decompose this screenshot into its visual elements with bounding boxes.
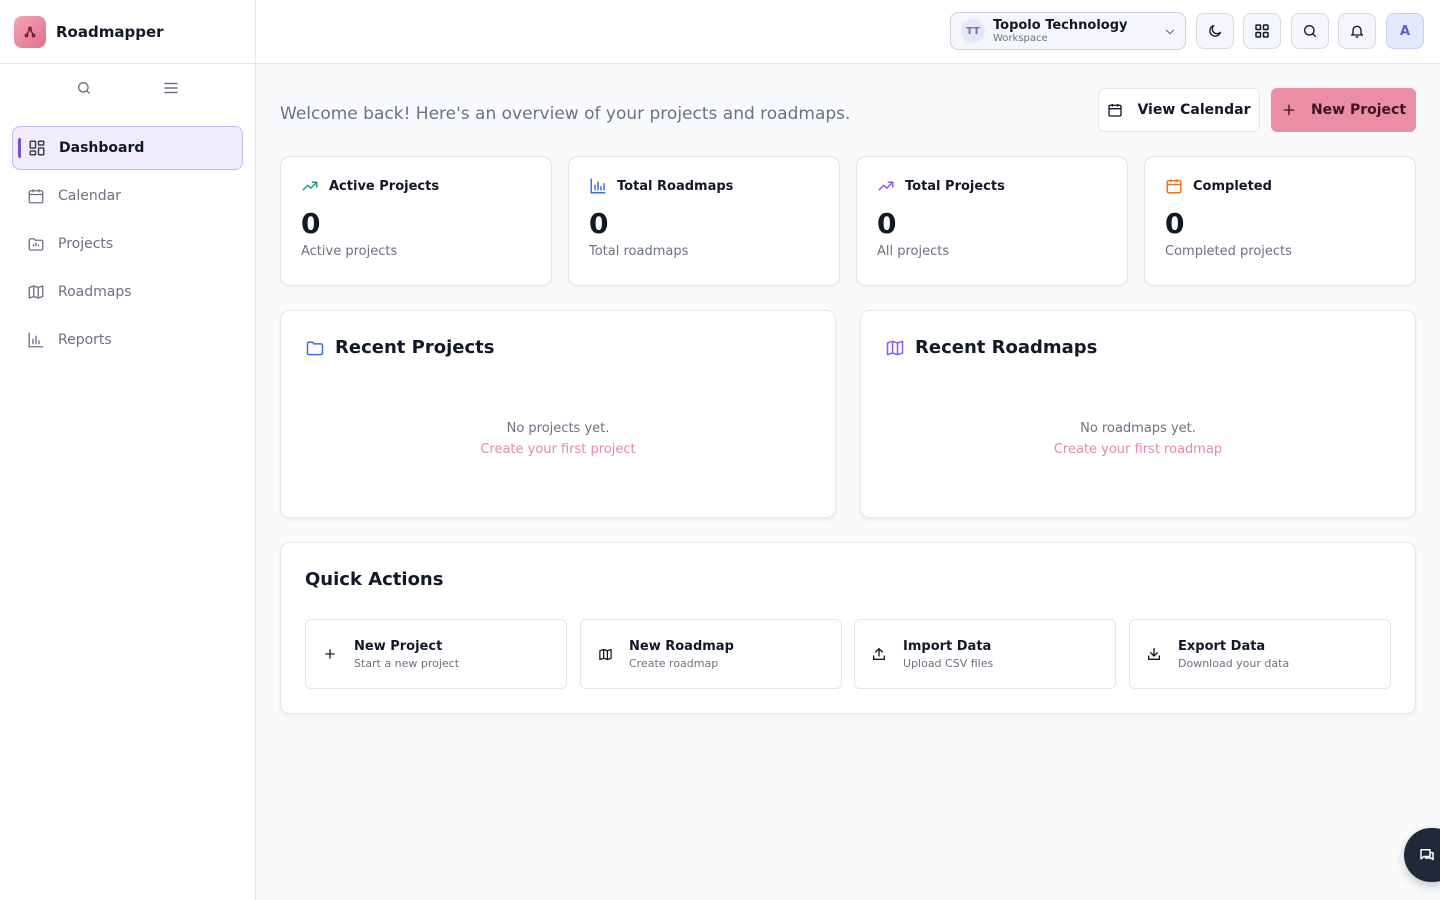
calendar-icon	[26, 186, 46, 206]
sidebar-item-dashboard[interactable]: Dashboard	[12, 126, 243, 170]
search-icon	[77, 82, 90, 94]
view-calendar-label: View Calendar	[1137, 102, 1251, 118]
stat-sub: All projects	[877, 244, 950, 259]
sidebar-menu-button[interactable]	[155, 72, 187, 104]
recent-roadmaps-panel: Recent Roadmaps No roadmaps yet. Create …	[860, 310, 1416, 518]
empty-message: No projects yet.	[506, 421, 610, 436]
folder-icon	[26, 234, 46, 254]
panel-title: Recent Projects	[335, 337, 495, 358]
stat-card-completed: Completed 0 Completed projects	[1144, 156, 1416, 286]
folder-icon	[306, 340, 324, 355]
map-icon	[26, 282, 46, 302]
quick-action-new-roadmap[interactable]: New Roadmap Create roadmap	[580, 619, 842, 689]
user-avatar-button[interactable]: A	[1386, 13, 1424, 49]
stat-value: 0	[877, 207, 897, 240]
search-icon	[1304, 25, 1316, 37]
workspace-sub: Workspace	[993, 32, 1048, 44]
brand: Roadmapper	[0, 0, 255, 64]
map-icon	[886, 340, 904, 355]
calendar-icon	[1108, 104, 1123, 117]
chevron-down-icon	[1163, 24, 1177, 43]
chat-button[interactable]	[1404, 828, 1440, 882]
create-first-roadmap-link[interactable]: Create your first roadmap	[861, 442, 1415, 457]
workspace-text: Topolo Technology Workspace	[993, 18, 1128, 45]
brand-name: Roadmapper	[56, 22, 164, 41]
map-icon	[597, 646, 613, 662]
quick-action-label: Export Data	[1178, 638, 1266, 654]
quick-action-sub: Download your data	[1178, 656, 1290, 670]
workspace-name: Topolo Technology	[993, 17, 1128, 33]
quick-action-sub: Upload CSV files	[903, 656, 994, 670]
dashboard-icon	[27, 138, 47, 158]
top-header: TT Topolo Technology Workspace A	[256, 0, 1440, 64]
trending-up-icon	[302, 181, 318, 191]
stat-card-active-projects: Active Projects 0 Active projects	[280, 156, 552, 286]
plus-icon	[1283, 104, 1295, 116]
workspace-avatar: TT	[961, 19, 985, 43]
recent-projects-panel: Recent Projects No projects yet. Create …	[280, 310, 836, 518]
empty-message: No roadmaps yet.	[1080, 421, 1196, 436]
notifications-button[interactable]	[1338, 13, 1376, 49]
download-icon	[1146, 646, 1162, 662]
sidebar-item-label: Roadmaps	[58, 284, 132, 300]
menu-icon	[164, 82, 178, 94]
chat-icon	[1420, 849, 1434, 861]
bar-chart-icon	[26, 330, 46, 350]
sidebar-nav: Dashboard Calendar Projects Roadmaps Rep…	[0, 112, 255, 380]
sidebar-item-roadmaps[interactable]: Roadmaps	[12, 270, 243, 314]
grid-icon	[1255, 24, 1269, 38]
apps-button[interactable]	[1243, 13, 1281, 49]
new-project-button[interactable]: New Project	[1271, 88, 1416, 132]
sidebar-item-calendar[interactable]: Calendar	[12, 174, 243, 218]
quick-action-sub: Create roadmap	[629, 656, 719, 670]
header-search-button[interactable]	[1291, 13, 1329, 49]
sidebar-tools	[0, 64, 255, 112]
stat-title: Completed	[1193, 178, 1272, 194]
quick-action-label: New Project	[354, 638, 443, 654]
stat-title: Active Projects	[329, 178, 440, 194]
new-project-label: New Project	[1310, 102, 1407, 118]
stat-card-total-roadmaps: Total Roadmaps 0 Total roadmaps	[568, 156, 840, 286]
stat-value: 0	[1165, 207, 1185, 240]
quick-action-new-project[interactable]: New Project Start a new project	[305, 619, 567, 689]
welcome-text: Welcome back! Here's an overview of your…	[280, 104, 851, 124]
quick-action-label: Import Data	[903, 638, 992, 654]
sidebar-item-label: Reports	[58, 332, 112, 348]
bell-icon	[1351, 25, 1363, 38]
sidebar-item-reports[interactable]: Reports	[12, 318, 243, 362]
stat-title: Total Projects	[905, 178, 1005, 194]
quick-action-label: New Roadmap	[629, 638, 734, 654]
view-calendar-button[interactable]: View Calendar	[1098, 88, 1260, 132]
stat-title: Total Roadmaps	[617, 178, 734, 194]
stat-value: 0	[589, 207, 609, 240]
quick-actions-panel: Quick Actions New Project Start a new pr…	[280, 542, 1416, 714]
sidebar-item-label: Projects	[58, 236, 114, 252]
quick-action-sub: Start a new project	[354, 656, 460, 670]
panel-title: Recent Roadmaps	[915, 337, 1098, 358]
quick-action-export-data[interactable]: Export Data Download your data	[1129, 619, 1391, 689]
plus-icon	[322, 646, 338, 662]
quick-actions-title: Quick Actions	[305, 569, 444, 590]
workspace-switcher[interactable]: TT Topolo Technology Workspace	[950, 12, 1186, 50]
stat-sub: Total roadmaps	[589, 244, 689, 259]
sidebar-item-label: Dashboard	[59, 140, 145, 156]
upload-icon	[871, 646, 887, 662]
stat-card-total-projects: Total Projects 0 All projects	[856, 156, 1128, 286]
trending-up-icon	[878, 181, 894, 191]
moon-icon	[1209, 25, 1221, 37]
stat-sub: Active projects	[301, 244, 398, 259]
sidebar: Roadmapper Dashboard Calendar Projects R…	[0, 0, 256, 900]
calendar-icon	[1166, 179, 1182, 194]
stat-sub: Completed projects	[1165, 244, 1292, 259]
bar-chart-icon	[590, 178, 606, 194]
sidebar-item-label: Calendar	[58, 188, 121, 204]
brand-logo-icon[interactable]	[14, 15, 46, 48]
create-first-project-link[interactable]: Create your first project	[281, 442, 835, 457]
sidebar-item-projects[interactable]: Projects	[12, 222, 243, 266]
stat-value: 0	[301, 207, 321, 240]
sidebar-search-button[interactable]	[68, 72, 100, 104]
theme-toggle-button[interactable]	[1196, 13, 1234, 49]
quick-action-import-data[interactable]: Import Data Upload CSV files	[854, 619, 1116, 689]
